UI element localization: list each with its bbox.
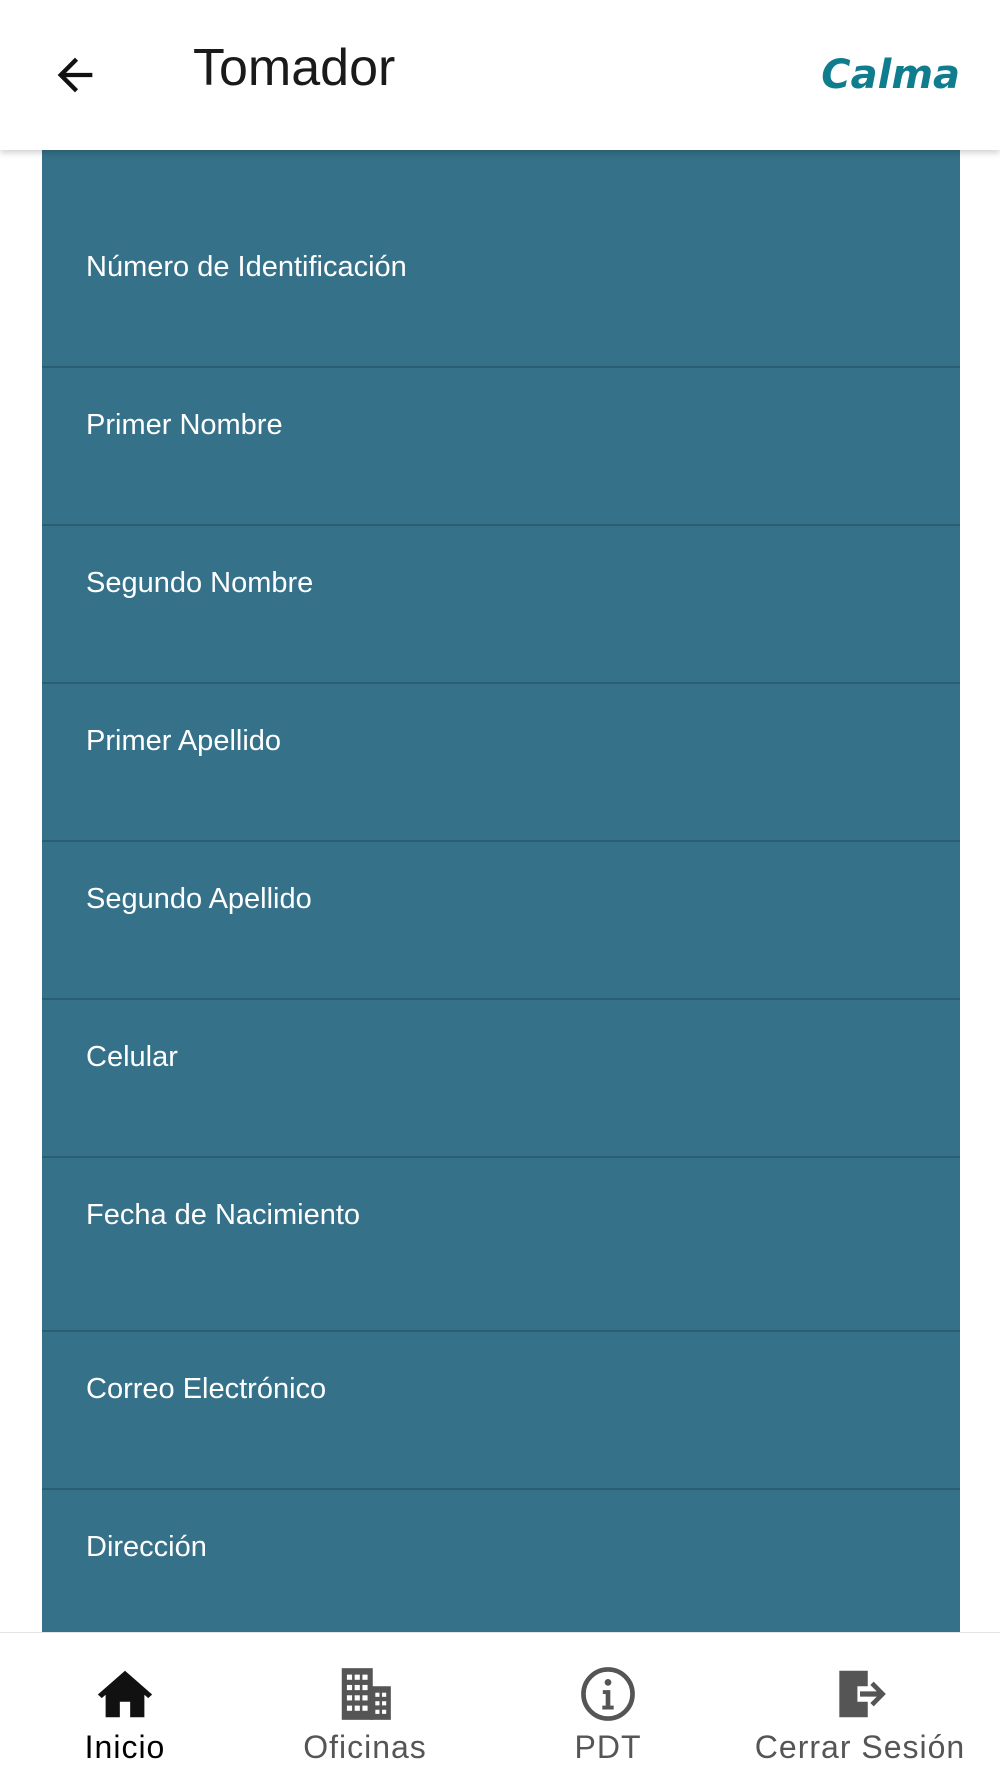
nav-item-inicio[interactable]: Inicio [0, 1633, 250, 1779]
field-label: Correo Electrónico [86, 1373, 327, 1405]
building-icon [341, 1668, 391, 1720]
back-button[interactable] [40, 40, 110, 110]
nav-label: Oficinas [303, 1729, 427, 1765]
nav-label: PDT [574, 1729, 642, 1765]
nav-item-oficinas[interactable]: Oficinas [240, 1633, 490, 1779]
brand-logo: Calma [821, 52, 960, 98]
field-direccion[interactable]: Dirección [42, 1490, 960, 1632]
nav-label: Cerrar Sesión [754, 1729, 966, 1765]
field-primer-apellido[interactable]: Primer Apellido [42, 684, 960, 842]
field-label: Segundo Apellido [86, 883, 312, 915]
field-label: Primer Apellido [86, 725, 282, 757]
field-label: Número de Identificación [86, 251, 407, 283]
nav-item-pdt[interactable]: PDT [483, 1633, 733, 1779]
nav-item-cerrar-sesion[interactable]: Cerrar Sesión [740, 1633, 980, 1779]
field-label: Dirección [86, 1531, 207, 1563]
field-celular[interactable]: Celular [42, 1000, 960, 1158]
field-correo-electronico[interactable]: Correo Electrónico [42, 1332, 960, 1490]
home-icon [97, 1670, 153, 1718]
field-fecha-nacimiento[interactable]: Fecha de Nacimiento [42, 1158, 960, 1332]
field-primer-nombre[interactable]: Primer Nombre [42, 368, 960, 526]
info-icon [581, 1667, 635, 1721]
field-label: Celular [86, 1041, 178, 1073]
page-title: Tomador [193, 39, 396, 97]
field-label: Segundo Nombre [86, 567, 314, 599]
field-label: Primer Nombre [86, 409, 283, 441]
form-panel: Número de Identificación Primer Nombre S… [42, 150, 960, 1632]
field-numero-identificacion[interactable]: Número de Identificación [42, 150, 960, 368]
app-bar: Tomador Calma [0, 0, 1000, 150]
arrow-left-icon [57, 57, 93, 93]
nav-label: Inicio [84, 1729, 166, 1765]
field-segundo-nombre[interactable]: Segundo Nombre [42, 526, 960, 684]
field-segundo-apellido[interactable]: Segundo Apellido [42, 842, 960, 1000]
logout-icon [839, 1670, 886, 1718]
field-label: Fecha de Nacimiento [86, 1199, 361, 1231]
bottom-nav: Inicio Oficinas PDT Cerrar Sesión [0, 1632, 1000, 1778]
